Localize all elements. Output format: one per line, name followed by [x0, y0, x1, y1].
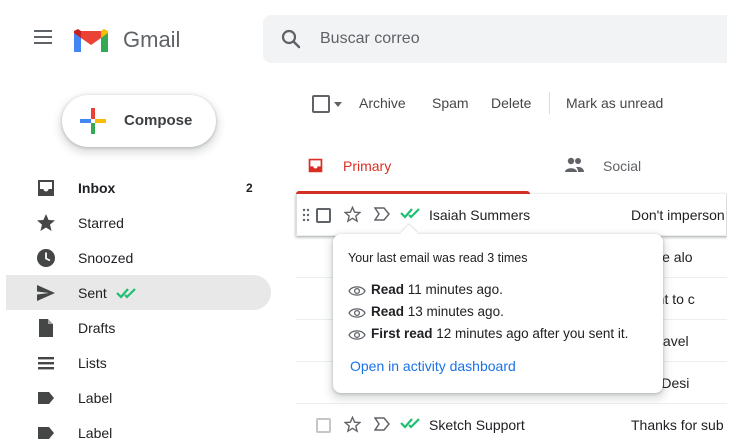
clock-icon	[37, 249, 55, 267]
sidebar-item-label: Label	[78, 425, 113, 440]
star-icon	[37, 214, 55, 231]
people-icon	[565, 157, 584, 172]
compose-plus-icon	[80, 108, 106, 134]
spam-button[interactable]: Spam	[432, 95, 469, 111]
read-event-time: 13 minutes ago.	[404, 304, 504, 319]
compose-button[interactable]: Compose	[62, 95, 216, 147]
sidebar-item-sent[interactable]: Sent	[6, 275, 271, 310]
sidebar-item-starred[interactable]: Starred	[6, 205, 271, 240]
label-icon	[38, 392, 54, 404]
archive-button[interactable]: Archive	[359, 95, 406, 111]
inbox-tab-icon	[308, 158, 323, 173]
eye-icon	[348, 286, 366, 296]
star-outline-icon[interactable]	[344, 416, 361, 433]
search-bar[interactable]: Buscar correo	[263, 15, 727, 63]
email-subject: Thanks for sub	[631, 417, 724, 433]
tab-label: Social	[603, 158, 642, 174]
send-icon	[37, 285, 55, 301]
list-icon	[38, 357, 54, 370]
search-input[interactable]: Buscar correo	[320, 30, 420, 48]
double-check-icon	[116, 288, 136, 299]
sidebar-item-label: Drafts	[78, 320, 116, 336]
email-sender: Sketch Support	[429, 417, 525, 433]
delete-button[interactable]: Delete	[491, 95, 531, 111]
important-marker-icon[interactable]	[374, 207, 390, 221]
header: Gmail Buscar correo	[6, 6, 727, 70]
sidebar-item-label: Label	[78, 390, 113, 406]
draft-icon	[39, 319, 53, 337]
label-icon	[38, 427, 54, 439]
tab-label: Primary	[343, 158, 392, 174]
read-event: Read 13 minutes ago.	[348, 304, 504, 319]
read-event-time: 12 minutes ago after you sent it.	[432, 326, 629, 341]
popup-title: Your last email was read 3 times	[348, 251, 528, 265]
sidebar-item-label-2[interactable]: Label	[6, 415, 271, 440]
drag-handle-icon[interactable]	[302, 208, 310, 222]
read-event: Read 11 minutes ago.	[348, 282, 503, 297]
app-brand: Gmail	[123, 27, 181, 52]
sidebar-item-inbox[interactable]: Inbox 2	[6, 170, 271, 205]
email-row[interactable]: Isaiah Summers Don't imperson	[296, 194, 727, 236]
toolbar-divider	[549, 92, 550, 114]
read-receipt-icon	[400, 208, 420, 219]
sidebar-item-label: Snoozed	[78, 250, 134, 266]
sidebar-nav: Inbox 2 Starred Snoozed Sent Drafts List…	[6, 170, 296, 440]
tab-social[interactable]: Social	[558, 136, 727, 194]
read-event-label: Read	[371, 282, 405, 297]
read-event-label: First read	[371, 326, 433, 341]
sidebar: Compose Inbox 2 Starred Snoozed Sent Dra…	[6, 70, 296, 440]
main-menu-icon[interactable]	[34, 30, 52, 44]
activity-dashboard-link[interactable]: Open in activity dashboard	[350, 358, 516, 374]
email-sender: Isaiah Summers	[429, 207, 531, 223]
eye-icon	[348, 330, 366, 340]
read-event: First read 12 minutes ago after you sent…	[348, 326, 628, 341]
sidebar-item-label: Starred	[78, 215, 124, 231]
sidebar-item-lists[interactable]: Lists	[6, 345, 271, 380]
row-checkbox[interactable]	[316, 418, 331, 433]
read-receipt-icon	[400, 418, 420, 429]
important-marker-icon[interactable]	[374, 417, 390, 431]
email-row[interactable]: Sketch Support Thanks for sub	[296, 404, 727, 440]
row-checkbox[interactable]	[316, 208, 331, 223]
sidebar-item-label: Sent	[78, 285, 107, 301]
inbox-unread-count: 2	[246, 181, 253, 195]
gmail-logo-icon[interactable]	[72, 26, 110, 54]
compose-label: Compose	[124, 112, 193, 129]
category-tabs: Primary Social	[296, 136, 727, 195]
read-event-label: Read	[371, 304, 405, 319]
search-icon[interactable]	[281, 29, 301, 49]
sidebar-item-snoozed[interactable]: Snoozed	[6, 240, 271, 275]
select-dropdown-icon[interactable]	[334, 102, 342, 107]
sidebar-item-label: Lists	[78, 355, 107, 371]
eye-icon	[348, 308, 366, 318]
sidebar-item-drafts[interactable]: Drafts	[6, 310, 271, 345]
tab-primary[interactable]: Primary	[296, 136, 530, 194]
sidebar-item-label: Inbox	[78, 180, 116, 196]
mark-unread-button[interactable]: Mark as unread	[566, 95, 663, 111]
select-all-checkbox[interactable]	[312, 95, 330, 113]
email-subject: Don't imperson	[631, 207, 725, 223]
read-event-time: 11 minutes ago.	[404, 282, 503, 297]
star-outline-icon[interactable]	[344, 206, 361, 223]
read-status-popup: Your last email was read 3 times Read 11…	[333, 224, 663, 393]
toolbar: Archive Spam Delete Mark as unread	[296, 70, 727, 136]
inbox-icon	[38, 180, 54, 196]
sidebar-item-label-1[interactable]: Label	[6, 380, 271, 415]
